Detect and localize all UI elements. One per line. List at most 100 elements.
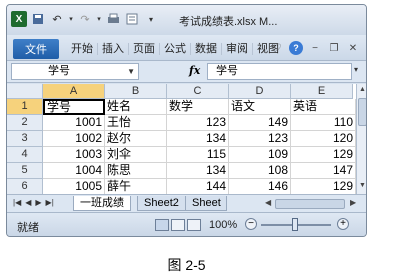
formula-input[interactable]: 学号 xyxy=(207,63,352,80)
excel-window: X ↶ ▾ ↷ ▾ ▾ 考试成绩表.xlsx M... 文件 开始 插入 页面 … xyxy=(6,4,367,237)
sheet-tab-3[interactable]: Sheet xyxy=(185,196,227,211)
cell-a4[interactable]: 1003 xyxy=(43,147,105,163)
row-header-2[interactable]: 2 xyxy=(7,115,43,131)
window-restore-icon[interactable]: ❐ xyxy=(327,41,341,55)
normal-view-icon[interactable] xyxy=(155,219,169,231)
cell-c2[interactable]: 123 xyxy=(167,115,229,131)
name-box-dropdown-icon[interactable]: ▼ xyxy=(127,64,135,79)
sheet-tab-bar: |◀ ◀ ▶ ▶| 一班成绩 Sheet2 Sheet ◀ ▶ xyxy=(7,194,366,212)
status-bar: 就绪 100% − + xyxy=(7,212,366,236)
save-icon[interactable] xyxy=(30,11,46,27)
cell-b3[interactable]: 赵尔 xyxy=(105,131,167,147)
cell-c4[interactable]: 115 xyxy=(167,147,229,163)
vertical-scroll-thumb[interactable] xyxy=(358,98,366,126)
cell-c1[interactable]: 数学 xyxy=(167,99,229,115)
cell-d3[interactable]: 123 xyxy=(229,131,291,147)
zoom-in-icon[interactable]: + xyxy=(337,218,349,230)
formula-bar-expand-icon[interactable]: ▾ xyxy=(354,65,364,78)
horizontal-scroll-thumb[interactable] xyxy=(275,199,345,209)
vertical-scrollbar[interactable]: ▲ ▼ xyxy=(356,84,366,194)
cell-e3[interactable]: 120 xyxy=(291,131,356,147)
column-header-d[interactable]: D xyxy=(229,84,291,99)
last-sheet-icon[interactable]: ▶| xyxy=(46,198,54,207)
column-header-a[interactable]: A xyxy=(43,84,105,99)
form-icon[interactable] xyxy=(124,11,140,27)
tab-page-layout[interactable]: 页面 xyxy=(129,43,160,55)
cell-e1[interactable]: 英语 xyxy=(291,99,356,115)
zoom-slider-thumb[interactable] xyxy=(292,218,298,231)
cell-a6[interactable]: 1005 xyxy=(43,179,105,194)
prev-sheet-icon[interactable]: ◀ xyxy=(25,198,31,207)
insert-function-icon[interactable]: fx xyxy=(189,64,200,77)
cell-d5[interactable]: 108 xyxy=(229,163,291,179)
scroll-left-icon[interactable]: ◀ xyxy=(265,198,271,207)
cell-d6[interactable]: 146 xyxy=(229,179,291,194)
page-layout-view-icon[interactable] xyxy=(171,219,185,231)
cell-e5[interactable]: 147 xyxy=(291,163,356,179)
status-text: 就绪 xyxy=(17,222,39,234)
next-sheet-icon[interactable]: ▶ xyxy=(35,198,41,207)
ribbon-controls: ♡ ? − ❐ ✕ xyxy=(270,41,360,55)
column-header-c[interactable]: C xyxy=(167,84,229,99)
row-header-5[interactable]: 5 xyxy=(7,163,43,179)
sheet-tab-1[interactable]: 一班成绩 xyxy=(73,196,131,211)
print-icon[interactable] xyxy=(105,11,121,27)
cell-b4[interactable]: 刘伞 xyxy=(105,147,167,163)
undo-icon[interactable]: ↶ xyxy=(49,11,65,27)
cell-b6[interactable]: 薛午 xyxy=(105,179,167,194)
cell-a1[interactable]: 学号 xyxy=(43,99,105,115)
row-header-6[interactable]: 6 xyxy=(7,179,43,194)
undo-dropdown-icon[interactable]: ▾ xyxy=(68,11,74,27)
page-break-view-icon[interactable] xyxy=(187,219,201,231)
worksheet-grid[interactable]: A B C D E 1 2 3 4 5 6 学号 姓名 数学 语文 英语 100… xyxy=(7,84,356,194)
column-header-e[interactable]: E xyxy=(291,84,353,99)
cell-b1[interactable]: 姓名 xyxy=(105,99,167,115)
cell-d4[interactable]: 109 xyxy=(229,147,291,163)
tab-file[interactable]: 文件 xyxy=(13,39,59,59)
cell-d1[interactable]: 语文 xyxy=(229,99,291,115)
first-sheet-icon[interactable]: |◀ xyxy=(13,198,21,207)
cell-a2[interactable]: 1001 xyxy=(43,115,105,131)
help-icon[interactable]: ? xyxy=(289,41,303,55)
row-header-1[interactable]: 1 xyxy=(7,99,43,115)
sheet-tab-2[interactable]: Sheet2 xyxy=(137,196,186,211)
name-box[interactable]: 学号 ▼ xyxy=(11,63,139,80)
ribbon-tabs: 文件 开始 插入 页面 公式 数据 审阅 视图 ♡ ? − ❐ ✕ xyxy=(7,35,366,61)
cell-e4[interactable]: 129 xyxy=(291,147,356,163)
scroll-up-icon[interactable]: ▲ xyxy=(358,86,366,96)
zoom-out-icon[interactable]: − xyxy=(245,218,257,230)
tab-review[interactable]: 审阅 xyxy=(222,43,253,55)
sheet-nav: |◀ ◀ ▶ ▶| xyxy=(13,198,54,207)
cell-b5[interactable]: 陈思 xyxy=(105,163,167,179)
scroll-down-icon[interactable]: ▼ xyxy=(358,182,366,192)
ribbon-tab-list: 开始 插入 页面 公式 数据 审阅 视图 xyxy=(67,43,283,55)
customize-qat-icon[interactable]: ▾ xyxy=(143,11,159,27)
cell-c3[interactable]: 134 xyxy=(167,131,229,147)
row-header-4[interactable]: 4 xyxy=(7,147,43,163)
tab-formulas[interactable]: 公式 xyxy=(160,43,191,55)
cell-c5[interactable]: 134 xyxy=(167,163,229,179)
tab-insert[interactable]: 插入 xyxy=(98,43,129,55)
view-buttons xyxy=(155,219,201,231)
redo-dropdown-icon[interactable]: ▾ xyxy=(96,11,102,27)
cell-c6[interactable]: 144 xyxy=(167,179,229,194)
zoom-level[interactable]: 100% xyxy=(209,219,237,231)
redo-icon[interactable]: ↷ xyxy=(77,11,93,27)
quick-access-toolbar: X ↶ ▾ ↷ ▾ ▾ xyxy=(11,11,159,27)
cell-b2[interactable]: 王怡 xyxy=(105,115,167,131)
column-header-b[interactable]: B xyxy=(105,84,167,99)
tab-data[interactable]: 数据 xyxy=(191,43,222,55)
cell-a3[interactable]: 1002 xyxy=(43,131,105,147)
tab-home[interactable]: 开始 xyxy=(67,43,98,55)
minimize-ribbon-icon[interactable]: ♡ xyxy=(270,41,284,55)
cell-a5[interactable]: 1004 xyxy=(43,163,105,179)
cell-d2[interactable]: 149 xyxy=(229,115,291,131)
window-close-icon[interactable]: ✕ xyxy=(346,41,360,55)
scroll-right-icon[interactable]: ▶ xyxy=(350,198,356,207)
cell-e6[interactable]: 129 xyxy=(291,179,356,194)
row-header-3[interactable]: 3 xyxy=(7,131,43,147)
select-all-corner[interactable] xyxy=(7,84,43,99)
excel-logo-icon[interactable]: X xyxy=(11,11,27,27)
cell-e2[interactable]: 110 xyxy=(291,115,356,131)
window-minimize-icon[interactable]: − xyxy=(308,41,322,55)
